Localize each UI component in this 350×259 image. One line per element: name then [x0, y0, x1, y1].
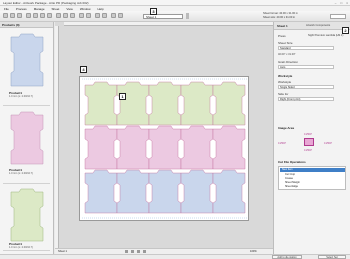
margin-top[interactable]: 0.2500": [304, 133, 312, 136]
undo-icon[interactable]: [10, 13, 15, 18]
horizontal-ruler: [64, 22, 273, 26]
menu-window[interactable]: Window: [80, 7, 91, 11]
sheet-size-label: Sheet Size: [278, 41, 293, 45]
sheet-dimensions: 40.00" x 31.00": [278, 53, 296, 56]
side-label: Side for: [278, 92, 289, 96]
menu-help[interactable]: Help: [98, 7, 104, 11]
sheet-select-chevron-icon[interactable]: [186, 13, 189, 19]
workstyle-select[interactable]: Single Sided: [278, 85, 334, 89]
properties-tabs: Sheet 1 Artwork Components: [274, 22, 350, 30]
product-thumbnail: [10, 188, 44, 242]
zoom-field[interactable]: [330, 14, 346, 19]
press-sheet[interactable]: [79, 76, 249, 221]
row-blue: [84, 169, 246, 214]
bottom-bar: Add to die station Select Set: [0, 254, 350, 259]
select-set-button[interactable]: Select Set: [318, 255, 346, 259]
imposition-layout: [82, 78, 248, 219]
sheet-info: Sheet format: 40.00 x 31.00 in: [263, 12, 298, 15]
sheet-info-size: Sheet size: 40.00 x 31.00 in: [263, 16, 296, 19]
callout-4: 4: [80, 66, 87, 73]
press-label: Press: [278, 34, 286, 38]
tree-item-new[interactable]: New Item: [280, 168, 345, 172]
image-area-preview: [304, 138, 314, 146]
step-repeat-icon[interactable]: [111, 13, 116, 18]
margin-left[interactable]: 0.2500": [278, 142, 286, 145]
menu-manage[interactable]: Manage: [34, 7, 45, 11]
zoom-tool-icon[interactable]: [47, 13, 52, 18]
close-button[interactable]: ×: [346, 1, 348, 5]
vertical-ruler: [55, 26, 59, 248]
prev-page-icon[interactable]: [131, 250, 134, 253]
menu-file[interactable]: File: [4, 7, 9, 11]
save-icon[interactable]: [3, 13, 8, 18]
snap-icon[interactable]: [86, 13, 91, 18]
cut-file-heading: Cut File Operations: [278, 160, 306, 164]
menu-view[interactable]: View: [66, 7, 72, 11]
workstyle-heading: Workstyle: [278, 74, 293, 78]
flip-icon[interactable]: [95, 13, 100, 18]
product-meta: 1.0 mm (L: 2.00/10.7): [9, 246, 33, 249]
tab-artwork-components[interactable]: Artwork Components: [306, 24, 330, 27]
maximize-button[interactable]: □: [340, 1, 342, 5]
select-tool-icon[interactable]: [26, 13, 31, 18]
first-page-icon[interactable]: [125, 250, 128, 253]
align-left-icon[interactable]: [56, 13, 61, 18]
callout-1: 1: [119, 93, 126, 100]
products-panel: Products (3) Product1 1.0 mm (L: 2.00/10…: [0, 22, 54, 254]
tree-item-margin[interactable]: Sheet Margin: [285, 181, 300, 184]
row-green: [84, 81, 246, 126]
grid-icon[interactable]: [79, 13, 84, 18]
move-tool-icon[interactable]: [33, 13, 38, 18]
add-to-die-station-button[interactable]: Add to die station: [272, 255, 302, 259]
product-card[interactable]: Product1 1.0 mm (L: 2.00/10.7): [3, 30, 50, 106]
product-thumbnail: [10, 111, 44, 165]
menu-process[interactable]: Process: [16, 7, 27, 11]
row-pink: [84, 125, 246, 170]
image-area-heading: Image Area: [278, 126, 295, 130]
workstyle-label: Workstyle: [278, 80, 292, 84]
callout-2: 2: [342, 27, 349, 34]
sheet-size-select[interactable]: Standard: [278, 46, 334, 50]
align-center-icon[interactable]: [63, 13, 68, 18]
product-card[interactable]: Product1 1.0 mm (L: 2.00/10.7): [3, 185, 50, 251]
product-thumbnail: [10, 33, 44, 87]
window-controls: – □ ×: [335, 1, 348, 5]
margin-right[interactable]: 0.2500": [324, 142, 332, 145]
sheet-select[interactable]: Sheet 1: [143, 14, 183, 19]
grain-select[interactable]: Auto: [278, 65, 334, 69]
window-title: Layout Editor - Artiwork Package - Artio…: [3, 0, 89, 5]
last-page-icon[interactable]: [143, 250, 146, 253]
mirror-icon[interactable]: [102, 13, 107, 18]
next-page-icon[interactable]: [137, 250, 140, 253]
tree-item-edge[interactable]: Sheet Edge: [285, 185, 298, 188]
press-value[interactable]: Sight Premium Lambda (HS 1): [308, 34, 343, 37]
status-sheet: Sheet 1: [58, 250, 67, 253]
grain-label: Grain Direction: [278, 60, 299, 64]
products-panel-title: Products (3): [0, 22, 53, 28]
minimize-button[interactable]: –: [335, 1, 337, 5]
zoom-level: 100%: [250, 250, 257, 253]
rotate-tool-icon[interactable]: [40, 13, 45, 18]
product-meta: 1.0 mm (L: 2.00/10.7): [9, 95, 33, 98]
align-right-icon[interactable]: [70, 13, 75, 18]
product-meta: 1.0 mm (L: 2.00/10.7): [9, 172, 33, 175]
callout-3: 3: [150, 8, 157, 15]
cut-file-tree: New Item Cut Crop Crease Sheet Margin Sh…: [278, 166, 346, 190]
tree-item-cut[interactable]: Cut Crop: [285, 173, 295, 176]
redo-icon[interactable]: [17, 13, 22, 18]
tree-item-crease[interactable]: Crease: [285, 177, 293, 180]
nest-icon[interactable]: [118, 13, 123, 18]
tab-sheet[interactable]: Sheet 1: [277, 24, 288, 28]
side-select[interactable]: Right (Front print): [278, 97, 334, 101]
margin-bottom[interactable]: 0.2500": [304, 149, 312, 152]
product-card[interactable]: Product1 1.0 mm (L: 2.00/10.7): [3, 108, 50, 184]
menu-sheet[interactable]: Sheet: [52, 7, 60, 11]
toolbar: Sheet 1 Sheet format: 40.00 x 31.00 in S…: [0, 11, 350, 22]
properties-panel: Sheet 1 Artwork Components 2 Press Sight…: [273, 22, 350, 254]
